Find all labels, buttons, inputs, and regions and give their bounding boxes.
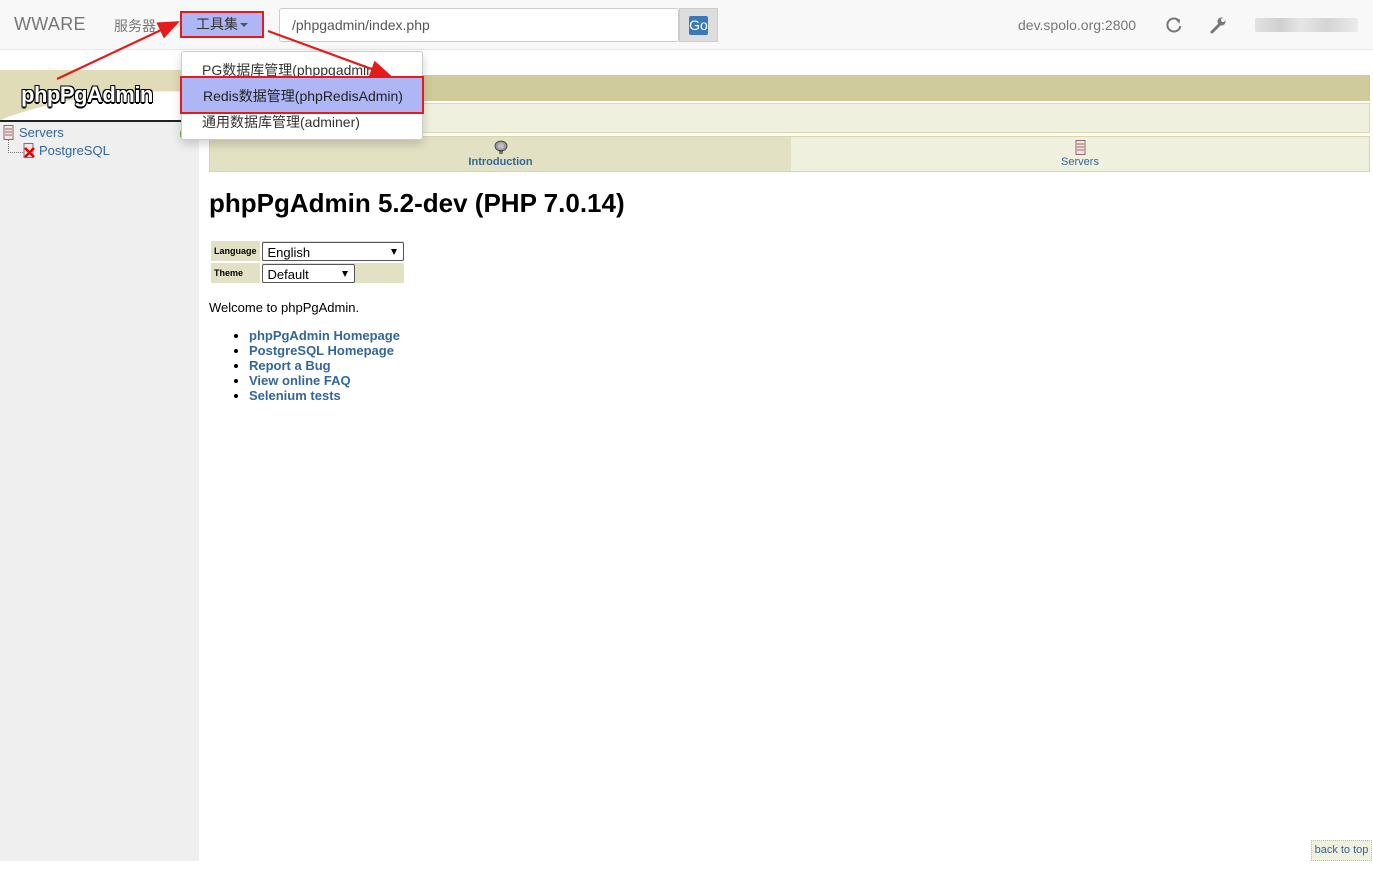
brand-logo[interactable]: WWARE xyxy=(14,14,86,35)
tab-introduction[interactable]: Introduction xyxy=(210,137,791,171)
chevron-down-icon xyxy=(341,270,348,277)
go-button-wrapper: Go xyxy=(679,8,718,42)
servers-menu-label: 服务器 xyxy=(114,18,156,34)
tree-item-postgresql[interactable]: PostgreSQL xyxy=(39,143,110,158)
servers-icon xyxy=(3,125,14,140)
link-phppgadmin-homepage[interactable]: phpPgAdmin Homepage xyxy=(249,328,400,343)
wrench-icon[interactable] xyxy=(1208,15,1228,35)
link-online-faq[interactable]: View online FAQ xyxy=(249,373,351,388)
list-item: Selenium tests xyxy=(249,388,400,403)
tools-menu-label: 工具集 xyxy=(196,16,238,32)
dropdown-item-phpredisadmin[interactable]: Redis数据管理(phpRedisAdmin) xyxy=(180,76,424,114)
servers-icon xyxy=(1075,140,1085,155)
tools-dropdown: PG数据库管理(phppgadmin) 通用数据库管理(adminer) Red… xyxy=(180,51,424,140)
tab-label: Introduction xyxy=(468,156,533,168)
logo-banner: phpPgAdmin xyxy=(0,70,199,122)
list-item: phpPgAdmin Homepage xyxy=(249,328,400,343)
link-selenium-tests[interactable]: Selenium tests xyxy=(249,388,341,403)
language-select[interactable]: English xyxy=(261,241,404,261)
welcome-text: Welcome to phpPgAdmin. xyxy=(209,300,360,315)
theme-label: Theme xyxy=(211,263,260,283)
list-item: Report a Bug xyxy=(249,358,400,373)
language-label: Language xyxy=(211,241,260,261)
list-item: PostgreSQL Homepage xyxy=(249,343,400,358)
back-to-top-link[interactable]: back to top xyxy=(1311,840,1372,861)
phppgadmin-logo[interactable]: phpPgAdmin xyxy=(21,82,153,108)
chevron-down-icon xyxy=(158,25,166,30)
top-navbar: WWARE 服务器 工具集 Go dev.spolo.org:2800 xyxy=(0,0,1373,50)
chevron-down-icon xyxy=(390,248,397,255)
tab-servers[interactable]: Servers xyxy=(791,137,1369,171)
language-select-value: English xyxy=(267,244,311,260)
elephant-icon xyxy=(494,140,507,154)
user-menu-blurred[interactable] xyxy=(1255,18,1358,32)
server-disconnected-icon xyxy=(23,143,35,158)
theme-select[interactable]: Default xyxy=(261,263,355,283)
tree-connector xyxy=(8,140,23,153)
chevron-down-icon xyxy=(240,23,248,28)
tab-label: Servers xyxy=(1061,156,1099,168)
link-list: phpPgAdmin Homepage PostgreSQL Homepage … xyxy=(209,328,400,403)
tree-item-servers[interactable]: Servers xyxy=(19,125,64,140)
link-postgresql-homepage[interactable]: PostgreSQL Homepage xyxy=(249,343,394,358)
servers-menu[interactable]: 服务器 xyxy=(114,16,166,36)
url-input[interactable] xyxy=(279,8,679,42)
go-button[interactable]: Go xyxy=(689,16,708,35)
tab-bar: Introduction Servers xyxy=(209,136,1370,172)
theme-select-value: Default xyxy=(267,266,309,282)
host-label: dev.spolo.org:2800 xyxy=(1018,17,1137,33)
tools-menu[interactable]: 工具集 xyxy=(180,11,264,38)
left-browser-frame: phpPgAdmin Servers PostgreSQL xyxy=(0,70,199,861)
link-report-bug[interactable]: Report a Bug xyxy=(249,358,331,373)
page-title: phpPgAdmin 5.2-dev (PHP 7.0.14) xyxy=(209,188,625,218)
preferences-table: Language English Theme Default xyxy=(209,239,406,285)
list-item: View online FAQ xyxy=(249,373,400,388)
refresh-icon[interactable] xyxy=(1164,15,1184,35)
